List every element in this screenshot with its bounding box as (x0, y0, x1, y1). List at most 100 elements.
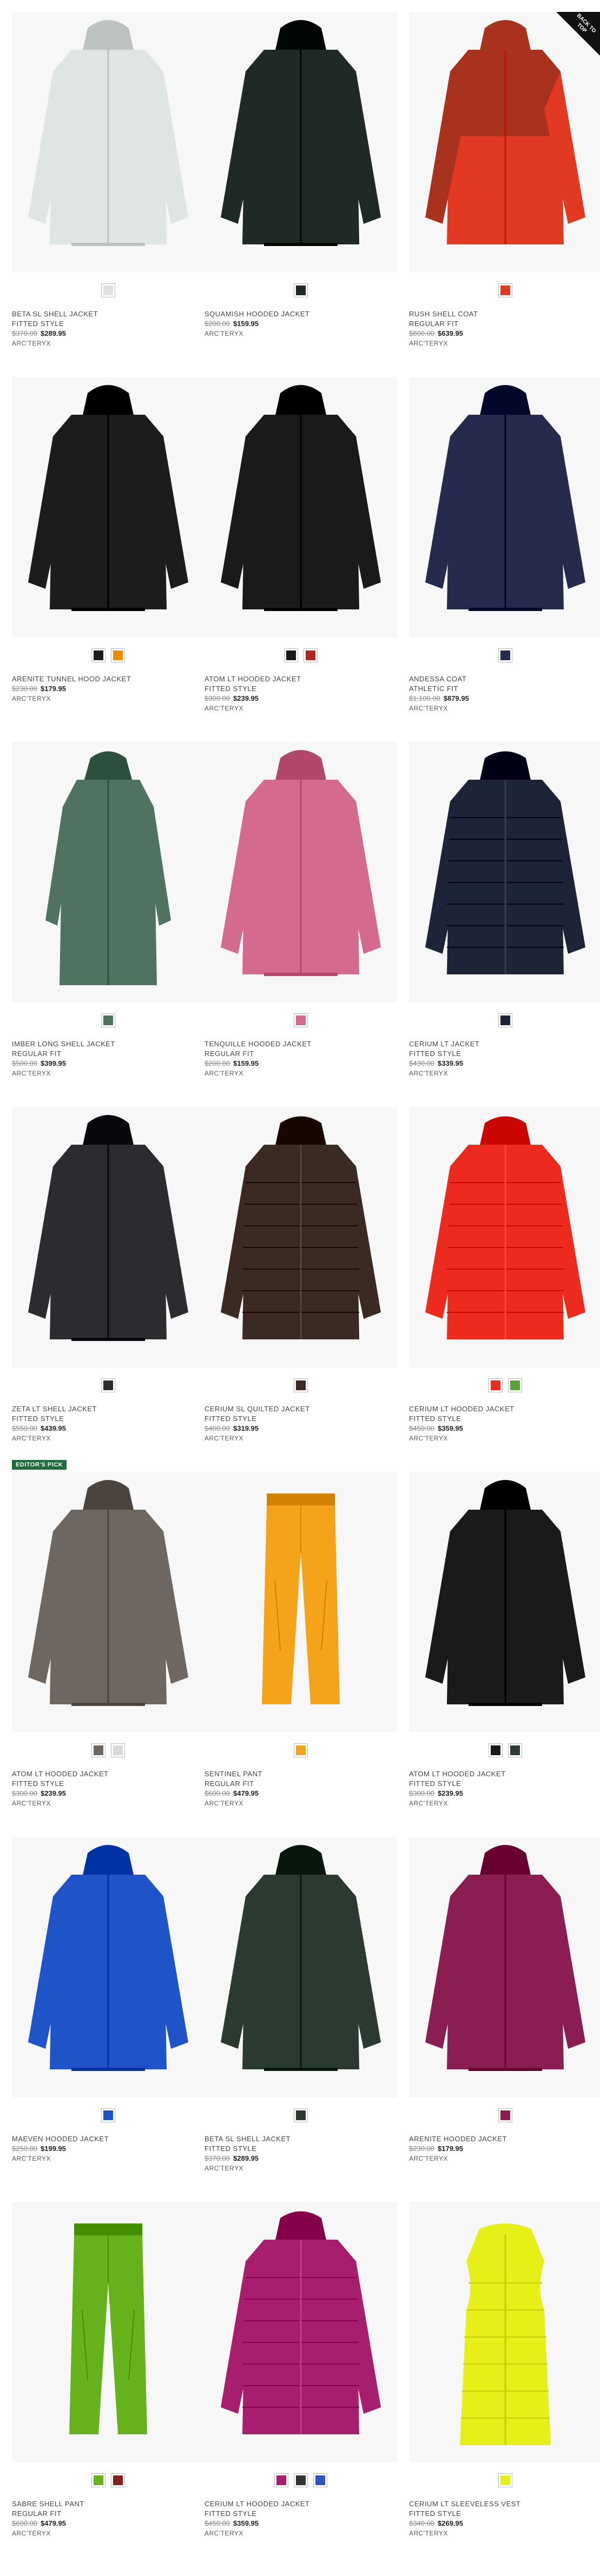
product-name[interactable]: ATOM LT HOODED JACKET (205, 674, 397, 684)
product-image[interactable] (12, 1472, 205, 1732)
product-name[interactable]: SABRE SHELL PANT (12, 2499, 205, 2509)
product-info: RUSH SHELL COAT REGULAR FIT $800.00 $639.95… (409, 309, 600, 348)
color-swatch[interactable] (498, 1013, 512, 1027)
color-swatch[interactable] (294, 1378, 308, 1392)
product-card[interactable]: BACK TO TOP RUSH SHELL COAT REGULAR FIT $80… (409, 0, 600, 366)
product-image[interactable] (205, 1107, 397, 1367)
product-image[interactable] (12, 377, 205, 638)
product-card[interactable]: BETA SL SHELL JACKET FITTED STYLE $370.00 $… (205, 1825, 397, 2190)
product-name[interactable]: TENQUILLE HOODED JACKET (205, 1039, 397, 1049)
product-card[interactable]: CERIUM LT SLEEVELESS VEST FITTED STYLE $34… (409, 2190, 600, 2555)
product-image[interactable] (12, 742, 205, 1002)
product-card[interactable]: TENQUILLE HOODED JACKET REGULAR FIT $200.0… (205, 730, 397, 1096)
color-swatch[interactable] (284, 648, 298, 662)
product-name[interactable]: IMBER LONG SHELL JACKET (12, 1039, 205, 1049)
product-name[interactable]: CERIUM LT HOODED JACKET (409, 1404, 600, 1414)
color-swatch[interactable] (508, 1743, 522, 1757)
product-card[interactable]: ZETA LT SHELL JACKET FITTED STYLE $550.00 $… (12, 1095, 205, 1460)
product-name[interactable]: SQUAMISH HOODED JACKET (205, 309, 397, 319)
color-swatch[interactable] (304, 648, 318, 662)
color-swatch[interactable] (101, 283, 115, 297)
product-card[interactable]: CERIUM LT HOODED JACKET FITTED STYLE $450.… (409, 1095, 600, 1460)
product-image[interactable] (409, 377, 600, 638)
product-image[interactable] (12, 1107, 205, 1367)
product-name[interactable]: ATOM LT HOODED JACKET (12, 1769, 205, 1779)
product-name[interactable]: BETA SL SHELL JACKET (12, 309, 205, 319)
product-image[interactable] (409, 1837, 600, 2097)
color-swatch[interactable] (101, 1013, 115, 1027)
product-name[interactable]: ARENITE HOODED JACKET (409, 2134, 600, 2144)
color-swatch[interactable] (294, 2473, 308, 2487)
product-image[interactable] (205, 377, 397, 638)
product-image[interactable] (409, 742, 600, 1002)
product-price: $250.00 $199.95 (12, 2144, 205, 2154)
pant-image (69, 2223, 147, 2434)
product-image[interactable] (205, 1837, 397, 2097)
product-image[interactable] (205, 742, 397, 1002)
color-swatch[interactable] (498, 2473, 512, 2487)
product-card[interactable]: CERIUM SL QUILTED JACKET FITTED STYLE $400… (205, 1095, 397, 1460)
product-name[interactable]: RUSH SHELL COAT (409, 309, 600, 319)
color-swatch[interactable] (91, 2473, 106, 2487)
product-image[interactable] (12, 1837, 205, 2097)
product-card[interactable]: SABRE SHELL PANT REGULAR FIT $600.00 $479.9… (12, 2190, 205, 2555)
product-name[interactable]: CERIUM LT HOODED JACKET (205, 2499, 397, 2509)
sale-price: $289.95 (41, 329, 66, 337)
product-card[interactable]: ARENITE HOODED JACKET $230.00 $179.95 ARC'T… (409, 1825, 600, 2190)
product-fit: FITTED STYLE (205, 2145, 257, 2153)
product-name[interactable]: BETA SL SHELL JACKET (205, 2134, 397, 2144)
product-name[interactable]: ATOM LT HOODED JACKET (409, 1769, 600, 1779)
product-image[interactable] (409, 2202, 600, 2462)
product-card[interactable]: ANDESSA COAT ATHLETIC FIT $1,100.00 $879.95… (409, 365, 600, 731)
product-card[interactable]: CERIUM LT JACKET FITTED STYLE $430.00 $339.… (409, 730, 600, 1096)
color-swatch[interactable] (101, 1378, 115, 1392)
color-swatch[interactable] (489, 1378, 503, 1392)
product-fit: FITTED STYLE (409, 1050, 461, 1058)
product-image[interactable] (12, 12, 205, 273)
product-name[interactable]: CERIUM SL QUILTED JACKET (205, 1404, 397, 1414)
product-info: CERIUM SL QUILTED JACKET FITTED STYLE $400… (205, 1404, 397, 1443)
product-card[interactable]: IMBER LONG SHELL JACKET REGULAR FIT $500.0… (12, 730, 205, 1096)
color-swatch[interactable] (498, 283, 512, 297)
color-swatch[interactable] (91, 648, 106, 662)
product-name[interactable]: MAEVEN HOODED JACKET (12, 2134, 205, 2144)
product-name[interactable]: ZETA LT SHELL JACKET (12, 1404, 205, 1414)
color-swatch[interactable] (111, 2473, 125, 2487)
color-swatch[interactable] (294, 283, 308, 297)
color-swatch[interactable] (111, 648, 125, 662)
color-swatch[interactable] (498, 648, 512, 662)
color-swatch[interactable] (101, 2108, 115, 2122)
color-swatch[interactable] (313, 2473, 327, 2487)
color-swatch[interactable] (294, 1013, 308, 1027)
color-swatch[interactable] (91, 1743, 106, 1757)
product-name[interactable]: SENTINEL PANT (205, 1769, 397, 1779)
color-swatch[interactable] (498, 2108, 512, 2122)
color-swatch[interactable] (489, 1743, 503, 1757)
color-swatch[interactable] (294, 2108, 308, 2122)
color-swatches (12, 2108, 205, 2124)
product-card[interactable]: EDITOR'S PICK ATOM LT HOODED JACKET FITTE… (12, 1460, 205, 1825)
product-card[interactable]: CERIUM LT HOODED JACKET FITTED STYLE $450.… (205, 2190, 397, 2555)
product-card[interactable]: ATOM LT HOODED JACKET FITTED STYLE $300.00… (205, 365, 397, 731)
product-name[interactable]: CERIUM LT SLEEVELESS VEST (409, 2499, 600, 2509)
color-swatch[interactable] (294, 1743, 308, 1757)
color-swatch[interactable] (508, 1378, 522, 1392)
color-swatch[interactable] (111, 1743, 125, 1757)
product-card[interactable]: MAEVEN HOODED JACKET $250.00 $199.95 ARC'TE… (12, 1825, 205, 2190)
product-name[interactable]: ANDESSA COAT (409, 674, 600, 684)
product-card[interactable]: SENTINEL PANT REGULAR FIT $600.00 $479.95 AR… (205, 1460, 397, 1825)
product-image[interactable] (205, 1472, 397, 1732)
product-name[interactable]: ARENITE TUNNEL HOOD JACKET (12, 674, 205, 684)
product-image[interactable] (409, 1472, 600, 1732)
product-image[interactable] (205, 12, 397, 273)
product-image[interactable] (12, 2202, 205, 2462)
product-image[interactable] (409, 1107, 600, 1367)
color-swatch[interactable] (274, 2473, 288, 2487)
product-card[interactable]: BETA SL SHELL JACKET FITTED STYLE $370.00 $… (12, 0, 205, 366)
product-card[interactable]: ARENITE TUNNEL HOOD JACKET $230.00 $179.95… (12, 365, 205, 731)
product-name[interactable]: CERIUM LT JACKET (409, 1039, 600, 1049)
product-card[interactable]: SQUAMISH HOODED JACKET $200.00 $159.95 ARC'… (205, 0, 397, 366)
product-card[interactable]: ATOM LT HOODED JACKET FITTED STYLE $300.00… (409, 1460, 600, 1825)
product-image[interactable] (205, 2202, 397, 2462)
product-price: $340.00 $269.95 (409, 2519, 600, 2528)
